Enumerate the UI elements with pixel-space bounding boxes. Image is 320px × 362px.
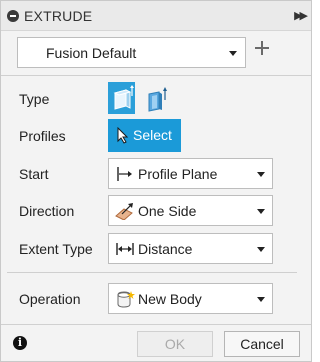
operation-value: New Body — [138, 291, 202, 307]
profiles-select-button[interactable]: Select — [108, 119, 181, 152]
distance-icon — [116, 243, 134, 255]
direction-dropdown[interactable]: One Side — [108, 195, 273, 226]
chevron-down-icon — [257, 172, 265, 177]
chevron-down-icon — [257, 247, 265, 252]
preset-row: Fusion Default — [1, 31, 311, 76]
chevron-down-icon — [229, 51, 237, 56]
operation-label: Operation — [19, 291, 81, 307]
extrude-solid-icon — [113, 85, 134, 110]
chevron-down-icon — [257, 209, 265, 214]
profile-plane-icon — [117, 167, 132, 181]
expand-icon[interactable]: ▶▶ — [294, 9, 308, 22]
panel-footer: i OK Cancel — [1, 324, 311, 361]
extrude-panel: EXTRUDE ▶▶ Fusion Default Type Profiles — [0, 0, 312, 362]
chevron-down-icon — [257, 297, 265, 302]
info-icon[interactable]: i — [13, 336, 27, 350]
type-thin-button[interactable] — [144, 85, 170, 113]
extent-type-value: Distance — [138, 241, 193, 257]
start-label: Start — [19, 166, 49, 182]
one-side-icon — [115, 203, 133, 220]
collapse-icon[interactable] — [7, 10, 19, 22]
ok-button[interactable]: OK — [137, 331, 213, 357]
cancel-button[interactable]: Cancel — [224, 331, 300, 357]
operation-dropdown[interactable]: New Body — [108, 283, 273, 314]
section-divider — [7, 272, 297, 273]
extrude-thin-icon — [148, 87, 167, 112]
new-body-icon — [117, 291, 135, 308]
select-button-label: Select — [133, 127, 172, 143]
panel-titlebar: EXTRUDE ▶▶ — [1, 1, 311, 31]
direction-value: One Side — [138, 203, 197, 219]
type-label: Type — [19, 91, 50, 107]
direction-label: Direction — [19, 203, 75, 219]
extent-type-dropdown[interactable]: Distance — [108, 233, 273, 264]
panel-title: EXTRUDE — [24, 8, 93, 24]
start-value: Profile Plane — [138, 166, 218, 182]
extent-type-label: Extent Type — [19, 241, 93, 257]
add-preset-icon[interactable] — [255, 39, 273, 57]
profiles-label: Profiles — [19, 128, 66, 144]
start-dropdown[interactable]: Profile Plane — [108, 158, 273, 189]
cursor-arrow-icon — [117, 127, 129, 144]
preset-value: Fusion Default — [46, 45, 137, 61]
type-solid-button[interactable] — [108, 82, 135, 114]
preset-dropdown[interactable]: Fusion Default — [17, 37, 246, 68]
